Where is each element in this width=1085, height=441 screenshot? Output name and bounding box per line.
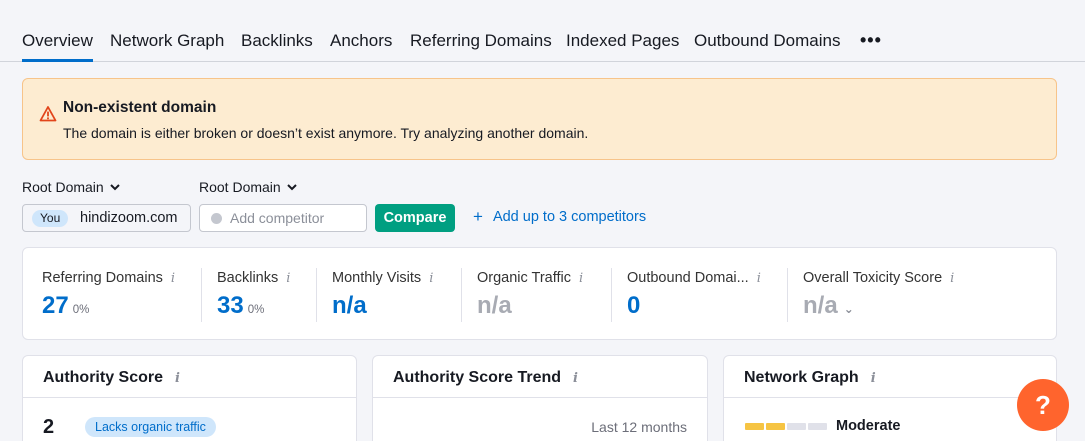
tab-anchors[interactable]: Anchors: [330, 31, 392, 51]
card-title-text: Authority Score: [43, 369, 164, 386]
chevron-down-icon: [109, 183, 120, 190]
metric-label-text: Backlinks: [217, 270, 279, 286]
metric-organic-traffic-label: Organic Traffic i: [477, 270, 583, 286]
network-level-label: Moderate: [836, 418, 901, 434]
metric-monthly-visits-value[interactable]: n/a: [332, 292, 367, 320]
metric-backlinks-value[interactable]: 33 0%: [217, 292, 264, 320]
tab-outbound-domains[interactable]: Outbound Domains: [694, 31, 840, 51]
divider: [316, 268, 317, 322]
info-icon[interactable]: i: [950, 271, 954, 286]
metric-value-text: n/a: [477, 292, 512, 319]
card-title: Authority Score i: [43, 369, 180, 387]
warning-text: The domain is either broken or doesn’t e…: [63, 125, 589, 141]
network-level-bar: [745, 423, 827, 430]
tab-indexed-pages[interactable]: Indexed Pages: [566, 31, 679, 51]
warning-title: Non-existent domain: [63, 99, 217, 116]
info-icon[interactable]: i: [871, 371, 876, 386]
trend-period: Last 12 months: [591, 419, 687, 435]
metric-label-text: Organic Traffic: [477, 270, 572, 286]
authority-score-card: Authority Score i 2 Lacks organic traffic: [22, 355, 357, 441]
root-domain-label: Root Domain: [22, 179, 104, 195]
level-segment: [808, 423, 827, 430]
tab-network-graph[interactable]: Network Graph: [110, 31, 224, 51]
target-domain-field[interactable]: You hindizoom.com: [22, 204, 191, 232]
metric-value-text: 0: [627, 292, 641, 319]
metric-outbound-domains-label: Outbound Domai... i: [627, 270, 761, 286]
more-tabs-button[interactable]: •••: [860, 30, 882, 51]
info-icon[interactable]: i: [757, 271, 761, 286]
target-domain-text: hindizoom.com: [80, 210, 178, 226]
divider: [461, 268, 462, 322]
info-icon[interactable]: i: [579, 271, 583, 286]
divider: [611, 268, 612, 322]
divider: [201, 268, 202, 322]
add-competitors-label: Add up to 3 competitors: [492, 209, 647, 225]
metric-referring-domains-label: Referring Domains i: [42, 270, 175, 286]
info-icon[interactable]: i: [175, 371, 180, 386]
info-icon[interactable]: i: [573, 371, 578, 386]
competitor-field[interactable]: [199, 204, 367, 232]
metrics-panel: Referring Domains i 27 0% Backlinks i 33 0% …: [22, 247, 1057, 340]
competitor-scope-dropdown[interactable]: Root Domain: [199, 179, 297, 195]
card-title: Authority Score Trend i: [393, 369, 578, 387]
metric-toxicity-score-value[interactable]: n/a ⌄: [803, 292, 854, 320]
level-segment: [766, 423, 785, 430]
warning-banner: Non-existent domain The domain is either…: [22, 78, 1057, 160]
metric-label-text: Outbound Domai...: [627, 270, 749, 286]
metric-value-text: n/a: [803, 292, 838, 319]
warning-triangle-icon: [39, 106, 57, 122]
authority-status-badge: Lacks organic traffic: [85, 417, 216, 437]
tab-bar: Overview Network Graph Backlinks Anchors…: [0, 0, 1085, 62]
metric-label-text: Overall Toxicity Score: [803, 270, 943, 286]
metric-value-text: n/a: [332, 292, 367, 319]
card-header: Authority Score Trend i: [373, 356, 707, 398]
help-button[interactable]: ?: [1017, 379, 1069, 431]
metric-label-text: Monthly Visits: [332, 270, 422, 286]
add-competitors-link[interactable]: + Add up to 3 competitors: [473, 207, 647, 226]
metric-toxicity-score-label: Overall Toxicity Score i: [803, 270, 954, 286]
level-segment: [787, 423, 806, 430]
card-title-text: Authority Score Trend: [393, 369, 562, 386]
metric-outbound-domains-value[interactable]: 0: [627, 292, 640, 320]
metric-change: 0%: [72, 304, 90, 316]
tab-overview[interactable]: Overview: [22, 31, 93, 62]
root-domain-dropdown[interactable]: Root Domain: [22, 179, 120, 195]
metric-organic-traffic-value: n/a: [477, 292, 512, 320]
competitor-input[interactable]: [230, 208, 360, 228]
compare-button[interactable]: Compare: [375, 204, 455, 232]
metric-change: 0%: [247, 304, 265, 316]
info-icon[interactable]: i: [171, 271, 175, 286]
card-title-text: Network Graph: [744, 369, 859, 386]
card-header: Authority Score i: [23, 356, 356, 398]
you-badge: You: [32, 210, 69, 227]
competitor-dot-icon: [211, 213, 222, 224]
network-graph-card: Network Graph i Moderate: [723, 355, 1057, 441]
metric-value-text: 33: [217, 292, 244, 319]
authority-score-value: 2: [43, 416, 55, 438]
metric-referring-domains-value[interactable]: 27 0%: [42, 292, 89, 320]
metric-label-text: Referring Domains: [42, 270, 163, 286]
authority-trend-card: Authority Score Trend i Last 12 months: [372, 355, 708, 441]
tab-referring-domains[interactable]: Referring Domains: [410, 31, 552, 51]
info-icon[interactable]: i: [429, 271, 433, 286]
chevron-down-icon: ⌄: [843, 302, 854, 316]
card-title: Network Graph i: [744, 369, 876, 387]
plus-icon: +: [473, 207, 483, 226]
card-header: Network Graph i: [724, 356, 1056, 398]
level-segment: [745, 423, 764, 430]
metric-value-text: 27: [42, 292, 69, 319]
chevron-down-icon: [286, 183, 297, 190]
info-icon[interactable]: i: [286, 271, 290, 286]
tab-backlinks[interactable]: Backlinks: [241, 31, 313, 51]
metric-monthly-visits-label: Monthly Visits i: [332, 270, 433, 286]
competitor-scope-label: Root Domain: [199, 179, 281, 195]
metric-backlinks-label: Backlinks i: [217, 270, 290, 286]
divider: [787, 268, 788, 322]
